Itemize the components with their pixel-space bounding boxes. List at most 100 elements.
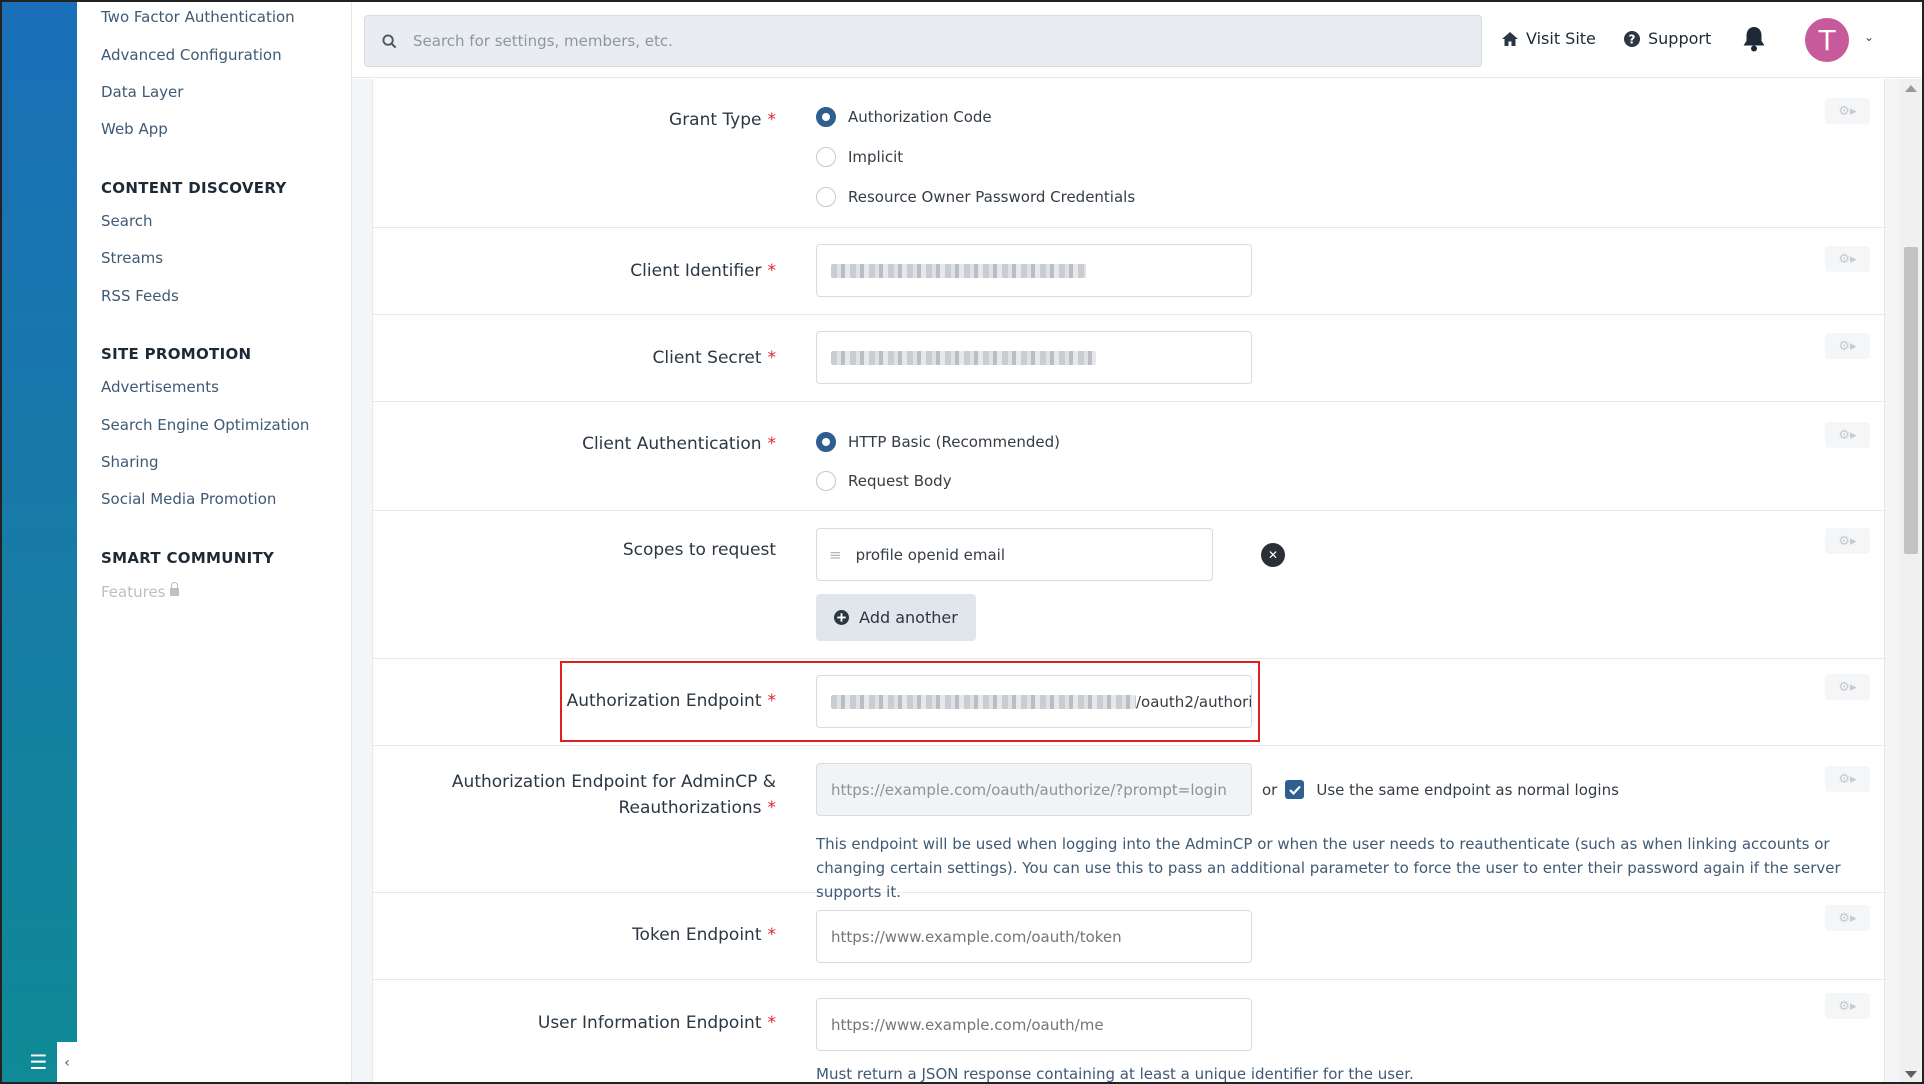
token-endpoint-input[interactable] [831,927,1237,946]
check-icon [1289,785,1301,795]
userinfo-endpoint-field[interactable] [816,998,1252,1051]
gear-icon[interactable]: ⚙▸ [1825,905,1870,931]
question-circle-icon: ? [1624,30,1640,47]
redacted-value [831,694,1136,709]
sidebar-item-two-factor[interactable]: Two Factor Authentication [101,8,295,26]
admin-auth-endpoint-label: Authorization Endpoint for AdminCP & Rea… [451,772,776,818]
gear-icon[interactable]: ⚙▸ [1825,246,1870,272]
menu-icon[interactable]: ☰ [30,1050,48,1074]
sidebar-heading-site-promotion: SITE PROMOTION [101,345,252,363]
token-endpoint-label: Token Endpoint * [632,925,776,945]
scroll-down-icon[interactable] [1905,1071,1917,1078]
support-label: Support [1648,29,1712,48]
scopes-row: Scopes to request ≡ profile openid email… [373,511,1886,659]
client-secret-field[interactable] [816,331,1252,384]
bell-icon[interactable] [1742,26,1766,52]
top-bar: Visit Site ? Support T ⌄ [352,0,1924,78]
token-endpoint-row: Token Endpoint* ⚙▸ [373,893,1886,980]
gear-icon[interactable]: ⚙▸ [1825,422,1870,448]
radio-implicit[interactable]: Implicit [816,147,903,167]
same-endpoint-checkbox[interactable] [1285,780,1305,799]
redacted-value [831,350,1096,365]
gear-icon[interactable]: ⚙▸ [1825,674,1870,700]
redacted-value [831,263,1086,278]
radio-button[interactable] [816,471,836,491]
gear-icon[interactable]: ⚙▸ [1825,528,1870,554]
radio-authorization-code[interactable]: Authorization Code [816,107,992,127]
sidebar-heading-content-discovery: CONTENT DISCOVERY [101,179,287,197]
auth-endpoint-row: Authorization Endpoint * /oauth2/authori … [373,659,1886,746]
auth-endpoint-field[interactable]: /oauth2/authori [816,675,1252,728]
scroll-up-icon[interactable] [1905,85,1917,92]
client-identifier-label: Client Identifier * [630,261,776,281]
sidebar-item-web-app[interactable]: Web App [101,120,168,138]
add-another-button[interactable]: Add another [816,594,976,641]
nav-rail: ☰ [0,0,77,1084]
userinfo-endpoint-input[interactable] [831,1015,1237,1034]
sidebar-item-data-layer[interactable]: Data Layer [101,83,183,101]
admin-auth-endpoint-field[interactable]: https://example.com/oauth/authorize/?pro… [816,763,1252,816]
grant-type-row: Grant Type * Authorization Code Implicit … [373,79,1886,228]
radio-button[interactable] [816,187,836,207]
plus-circle-icon [834,610,850,625]
client-identifier-row: Client Identifier * ⚙▸ [373,228,1886,315]
radio-button[interactable] [816,432,836,452]
client-auth-label: Client Authentication * [582,434,776,454]
token-endpoint-field[interactable] [816,910,1252,963]
sidebar-item-streams[interactable]: Streams [101,249,163,267]
radio-request-body[interactable]: Request Body [816,471,952,491]
avatar[interactable]: T [1805,18,1849,62]
scrollbar-thumb[interactable] [1904,247,1918,554]
userinfo-endpoint-description: Must return a JSON response containing a… [816,1065,1414,1083]
sidebar-heading-smart-community: SMART COMMUNITY [101,549,275,567]
main-content: Grant Type * Authorization Code Implicit … [352,79,1900,1084]
client-secret-row: Client Secret * ⚙▸ [373,315,1886,402]
same-endpoint-label: Use the same endpoint as normal logins [1316,780,1619,799]
scopes-label: Scopes to request [622,540,776,560]
add-another-label: Add another [859,608,958,627]
search-box[interactable] [364,15,1482,67]
scrollbar[interactable] [1900,79,1922,1084]
lock-icon [169,582,179,596]
sidebar-item-features: Features [101,582,179,601]
visit-site-label: Visit Site [1526,29,1596,48]
sidebar-item-advanced-config[interactable]: Advanced Configuration [101,46,282,64]
admin-auth-endpoint-row: Authorization Endpoint for AdminCP & Rea… [373,746,1886,901]
gear-icon[interactable]: ⚙▸ [1825,766,1870,792]
gear-icon[interactable]: ⚙▸ [1825,993,1870,1019]
sidebar-item-sharing[interactable]: Sharing [101,453,159,471]
sidebar-item-social-media-promotion[interactable]: Social Media Promotion [101,490,276,508]
gear-icon[interactable]: ⚙▸ [1825,333,1870,359]
auth-endpoint-suffix: /oauth2/authori [1136,692,1252,711]
sidebar-item-search[interactable]: Search [101,212,153,230]
sidebar-item-seo[interactable]: Search Engine Optimization [101,416,309,434]
collapse-sidebar-button[interactable]: ‹ [57,1042,77,1084]
userinfo-endpoint-row: User Information Endpoint* Must return a… [373,980,1886,1084]
search-icon [365,33,413,49]
gear-icon[interactable]: ⚙▸ [1825,98,1870,124]
search-input[interactable] [413,32,1463,50]
sidebar-item-rss-feeds[interactable]: RSS Feeds [101,287,179,305]
home-icon [1502,31,1518,46]
radio-resource-owner[interactable]: Resource Owner Password Credentials [816,187,1135,207]
radio-button[interactable] [816,147,836,167]
client-auth-row: Client Authentication * HTTP Basic (Recom… [373,402,1886,511]
or-label: or [1262,780,1278,799]
radio-http-basic[interactable]: HTTP Basic (Recommended) [816,432,1060,452]
drag-handle-icon[interactable]: ≡ [829,546,842,564]
support-link[interactable]: ? Support [1624,29,1711,48]
client-identifier-field[interactable] [816,244,1252,297]
sidebar-item-advertisements[interactable]: Advertisements [101,378,219,396]
grant-type-label: Grant Type * [669,110,776,130]
auth-endpoint-label: Authorization Endpoint * [566,691,776,711]
scope-value: profile openid email [855,545,1005,564]
settings-sidebar: Two Factor Authentication Advanced Confi… [77,0,352,1084]
chevron-down-icon[interactable]: ⌄ [1864,30,1874,44]
close-icon[interactable]: ✕ [1261,543,1285,567]
sidebar-item-features-label: Features [101,583,166,601]
visit-site-link[interactable]: Visit Site [1502,29,1596,48]
scope-field[interactable]: ≡ profile openid email [816,528,1213,581]
userinfo-endpoint-label: User Information Endpoint * [537,1013,776,1033]
radio-button[interactable] [816,107,836,127]
svg-text:?: ? [1629,32,1636,46]
